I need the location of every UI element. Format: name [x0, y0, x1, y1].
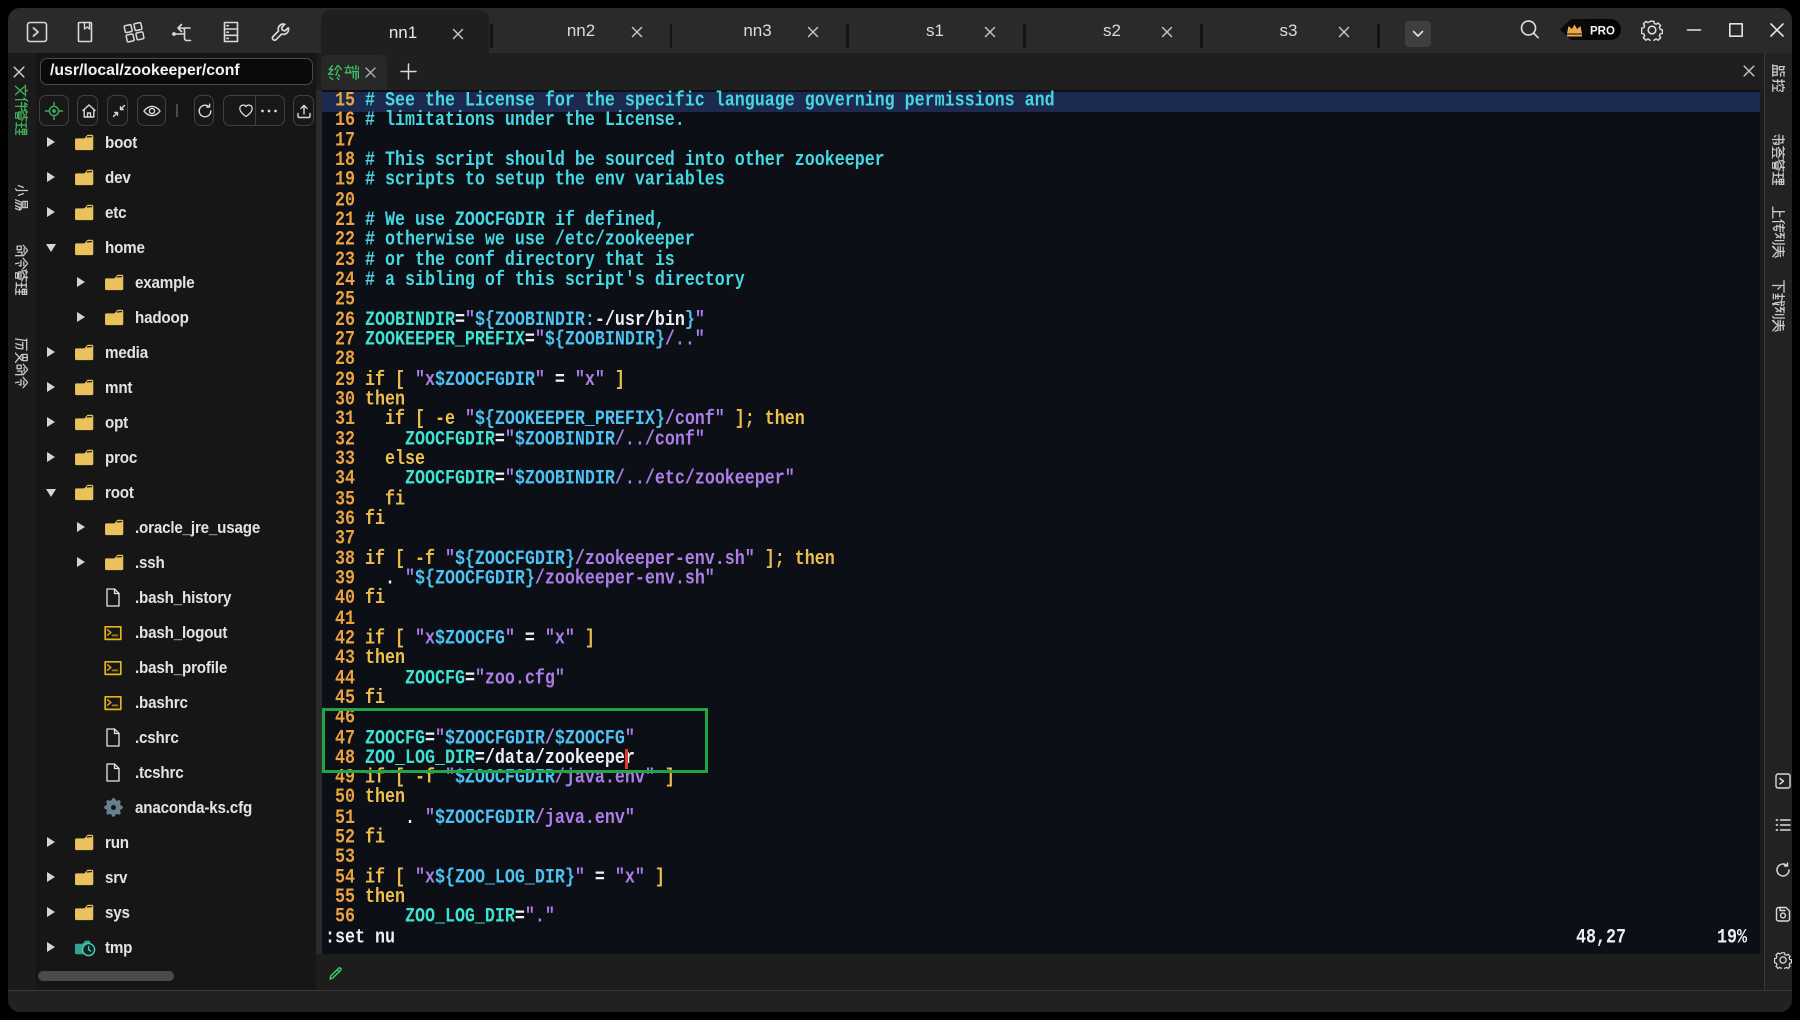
svg-text:PRO: PRO	[1590, 26, 1615, 38]
